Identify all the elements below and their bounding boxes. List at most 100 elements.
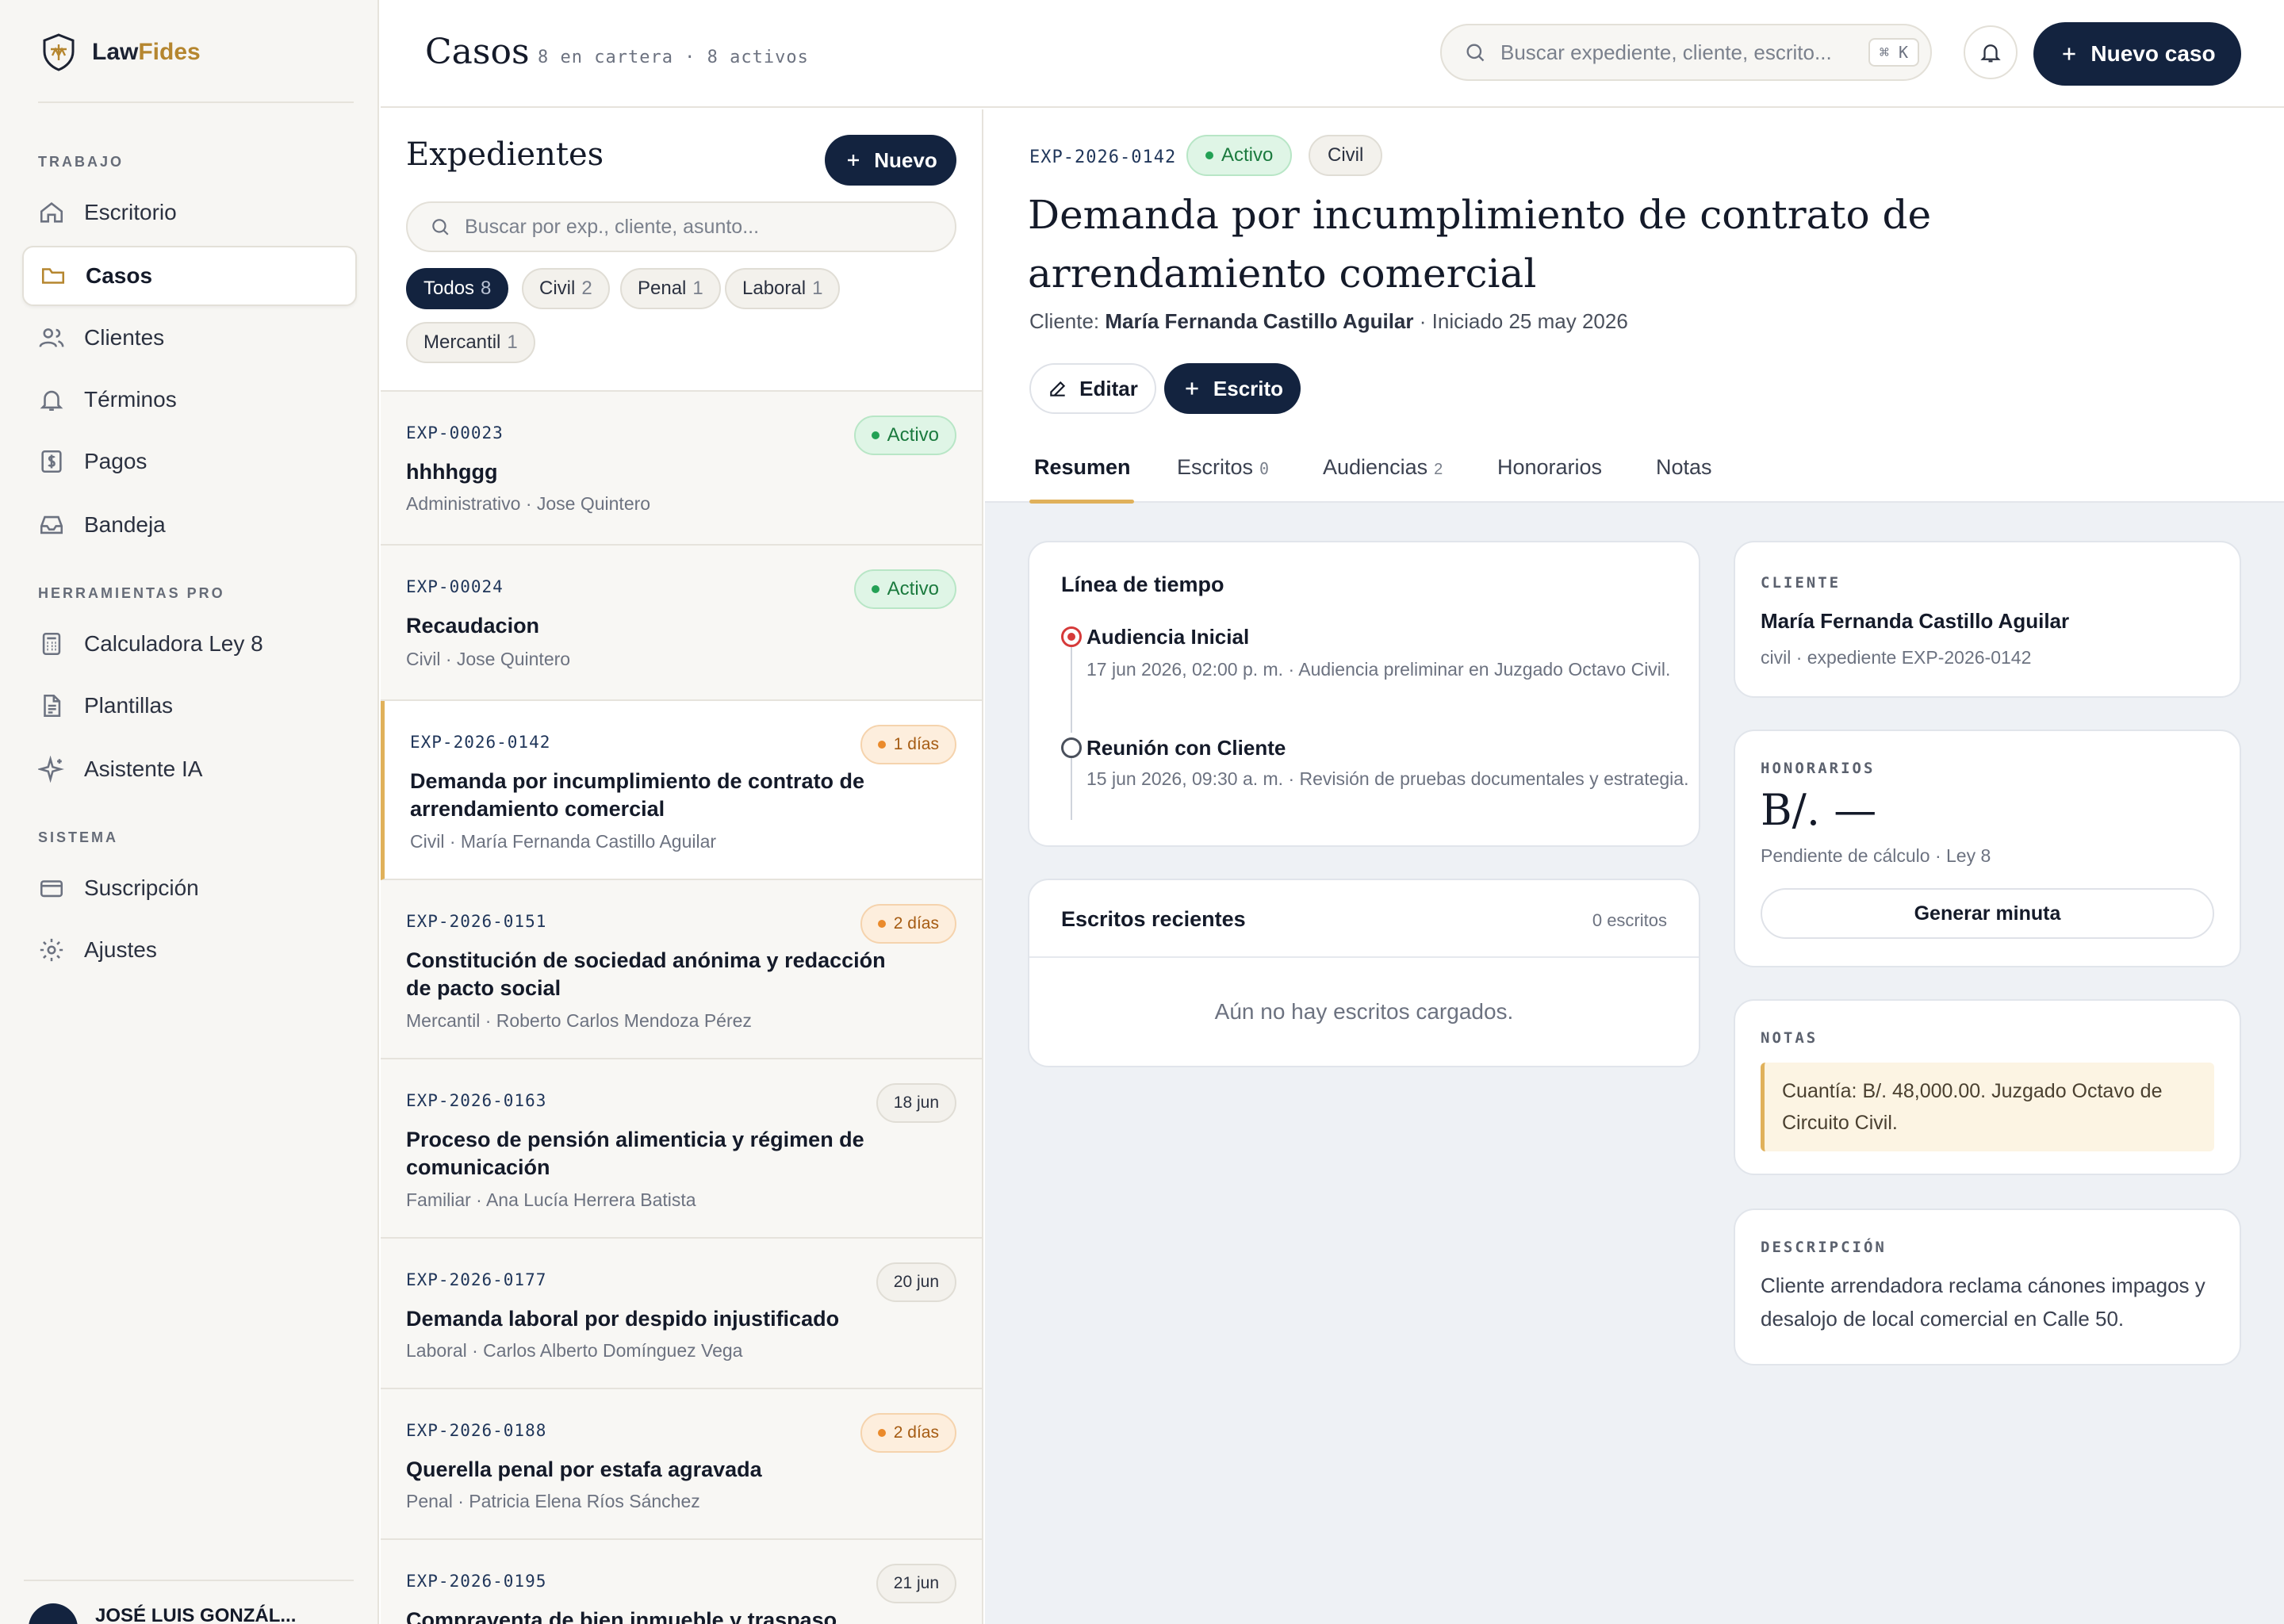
timeline-event-title: Audiencia Inicial	[1086, 625, 1250, 649]
case-meta: Mercantil · Roberto Carlos Mendoza Pérez	[406, 1010, 752, 1031]
sidebar-item-label: Asistente IA	[84, 756, 203, 781]
list-search-input[interactable]: Buscar por exp., cliente, asunto...	[406, 201, 956, 252]
case-list-item-selected[interactable]: EXP-2026-0142 1 días Demanda por incumpl…	[381, 701, 982, 880]
sidebar-item-pagos[interactable]: Pagos	[22, 431, 357, 492]
page-title: Casos	[425, 32, 530, 72]
shortcut-hint: ⌘ K	[1868, 38, 1919, 67]
sidebar-item-label: Calculadora Ley 8	[84, 631, 263, 656]
sidebar-item-plantillas[interactable]: Plantillas	[22, 676, 357, 736]
new-button[interactable]: Nuevo	[825, 135, 956, 186]
sidebar-item-bandeja[interactable]: Bandeja	[22, 495, 357, 555]
card-label: NOTAS	[1761, 1029, 1818, 1047]
case-list-item[interactable]: EXP-2026-0177 20 jun Demanda laboral por…	[381, 1239, 982, 1389]
tab-honorarios[interactable]: Honorarios	[1497, 455, 1602, 480]
sidebar-item-label: Escritorio	[84, 200, 177, 224]
new-case-label: Nuevo caso	[2090, 41, 2216, 66]
sidebar-item-label: Plantillas	[84, 693, 174, 718]
status-dot	[877, 741, 886, 749]
case-title: hhhhggg	[406, 460, 498, 484]
case-detail-panel: EXP-2026-0142 Activo Civil Demanda por i…	[985, 109, 2284, 1624]
timeline-dot-active	[1061, 626, 1082, 647]
inbox-icon	[40, 515, 63, 534]
filter-chip-laboral[interactable]: Laboral 1	[725, 268, 841, 309]
section-label-trabajo: TRABAJO	[38, 154, 125, 170]
plus-icon	[2063, 48, 2075, 60]
status-dot	[871, 585, 879, 593]
client-label: Cliente:	[1029, 309, 1100, 333]
fees-card: HONORARIOS B/. — Pendiente de cálculo · …	[1734, 730, 2241, 967]
tab-label: Escritos	[1177, 455, 1254, 479]
chip-count: 1	[692, 278, 703, 299]
sidebar-item-ajustes[interactable]: Ajustes	[22, 920, 357, 980]
search-icon	[432, 219, 449, 236]
escrito-label: Escrito	[1213, 376, 1284, 400]
sidebar-item-escritorio[interactable]: Escritorio	[22, 182, 357, 243]
case-title: Demanda laboral por despido injustificad…	[406, 1307, 840, 1331]
global-search-input[interactable]: Buscar expediente, cliente, escrito... ⌘…	[1440, 24, 1932, 81]
chip-label: Civil	[539, 278, 576, 299]
badge-label: 2 días	[893, 1423, 939, 1442]
case-id: EXP-2026-0163	[406, 1091, 547, 1110]
status-dot	[871, 431, 879, 439]
case-list-item[interactable]: EXP-2026-0188 2 días Querella penal por …	[381, 1389, 982, 1540]
app-logo[interactable]: LawFides	[38, 32, 201, 73]
dollar-icon	[41, 450, 62, 473]
client-name[interactable]: María Fernanda Castillo Aguilar	[1105, 309, 1413, 333]
filter-chip-civil[interactable]: Civil 2	[522, 268, 610, 309]
generate-minuta-button[interactable]: Generar minuta	[1761, 888, 2214, 939]
timeline-event-title: Reunión con Cliente	[1086, 736, 1286, 760]
case-list-item[interactable]: EXP-2026-0151 2 días Constitución de soc…	[381, 880, 982, 1059]
status-label: Activo	[1221, 144, 1274, 166]
sidebar-item-clientes[interactable]: Clientes	[22, 308, 357, 368]
detail-case-id: EXP-2026-0142	[1029, 147, 1177, 167]
badge-label: 21 jun	[893, 1574, 939, 1592]
escrito-button[interactable]: Escrito	[1164, 363, 1301, 414]
case-id: EXP-00024	[406, 577, 504, 596]
sidebar-item-casos[interactable]: Casos	[22, 246, 357, 306]
case-title: Compraventa de bien inmueble y traspaso …	[406, 1608, 837, 1624]
escritos-title: Escritos recientes	[1061, 907, 1246, 931]
tab-notas[interactable]: Notas	[1656, 455, 1712, 480]
filter-chip-penal[interactable]: Penal 1	[620, 268, 721, 309]
sidebar-item-asistente[interactable]: Asistente IA	[22, 739, 357, 799]
edit-label: Editar	[1079, 376, 1138, 400]
case-list-item[interactable]: EXP-00023 Activo hhhhggg Administrativo …	[381, 392, 982, 546]
case-list-item[interactable]: EXP-2026-0195 21 jun Compraventa de bien…	[381, 1540, 982, 1624]
tab-audiencias[interactable]: Audiencias 2	[1323, 455, 1443, 480]
brand-name: LawFides	[92, 39, 201, 65]
client-name[interactable]: María Fernanda Castillo Aguilar	[1761, 609, 2069, 634]
sidebar-item-calculadora[interactable]: Calculadora Ley 8	[22, 614, 357, 674]
area-badge: Civil	[1309, 135, 1383, 176]
case-list-item[interactable]: EXP-2026-0163 18 jun Proceso de pensión …	[381, 1059, 982, 1239]
chip-count: 1	[812, 278, 823, 299]
timeline-card: Línea de tiempo Audiencia Inicial 17 jun…	[1028, 541, 1700, 847]
search-placeholder: Buscar por exp., cliente, asunto...	[465, 215, 760, 238]
filter-chip-todos[interactable]: Todos 8	[406, 268, 509, 309]
tab-label: Resumen	[1034, 455, 1131, 479]
section-label-sistema: SISTEMA	[38, 829, 119, 845]
edit-button[interactable]: Editar	[1029, 363, 1156, 414]
topbar: Casos 8 en cartera · 8 activos Buscar ex…	[381, 0, 2284, 108]
user-name[interactable]: JOSÉ LUIS GONZÁL...	[95, 1605, 296, 1624]
sidebar-item-label: Bandeja	[84, 512, 166, 537]
notifications-button[interactable]	[1964, 25, 2018, 79]
filter-chip-mercantil[interactable]: Mercantil 1	[406, 322, 535, 363]
sidebar-item-terminos[interactable]: Términos	[22, 370, 357, 430]
card-label: HONORARIOS	[1761, 760, 1876, 777]
deadline-badge: 2 días	[860, 904, 956, 944]
sidebar-divider	[38, 102, 354, 103]
sidebar-item-suscripcion[interactable]: Suscripción	[22, 858, 357, 918]
sidebar-item-label: Términos	[84, 387, 177, 412]
timeline-connector	[1071, 645, 1072, 733]
new-case-button[interactable]: Nuevo caso	[2033, 22, 2241, 86]
case-meta: Civil · Jose Quintero	[406, 649, 571, 669]
description-text: Cliente arrendadora reclama cánones impa…	[1761, 1274, 2205, 1331]
avatar[interactable]	[29, 1603, 78, 1624]
tab-resumen[interactable]: Resumen	[1034, 455, 1131, 480]
case-list-item[interactable]: EXP-00024 Activo Recaudacion Civil · Jos…	[381, 546, 982, 701]
bell-icon	[1980, 44, 2001, 63]
tab-count: 2	[1434, 461, 1443, 478]
card-label: DESCRIPCIÓN	[1761, 1239, 1887, 1256]
tab-escritos[interactable]: Escritos 0	[1177, 455, 1269, 480]
sidebar-item-label: Pagos	[84, 449, 148, 473]
